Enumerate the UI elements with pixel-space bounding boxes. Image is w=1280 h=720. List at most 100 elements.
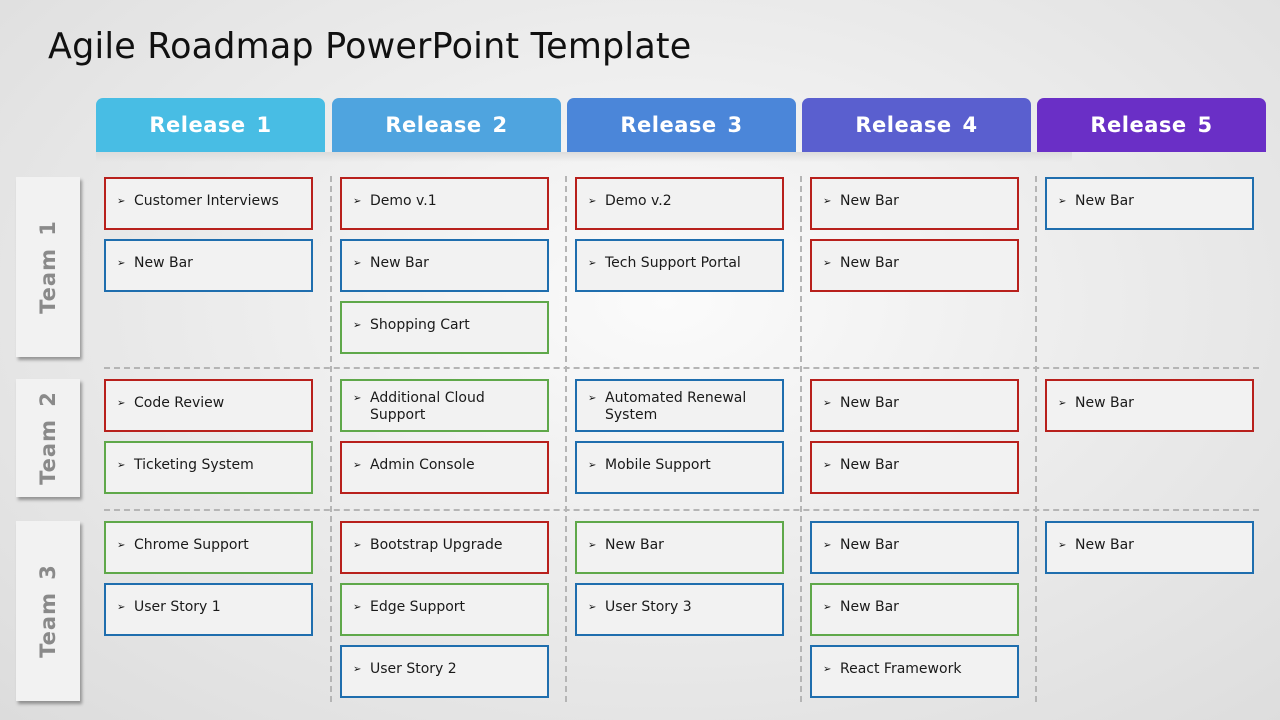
header-shadow xyxy=(96,152,1072,162)
roadmap-item[interactable]: ➢ Customer Interviews xyxy=(104,177,313,230)
arrow-bullet-icon: ➢ xyxy=(823,460,832,471)
team-label-3: Team 3 xyxy=(16,521,80,701)
arrow-bullet-icon: ➢ xyxy=(588,460,597,471)
roadmap-item[interactable]: ➢ New Bar xyxy=(810,521,1019,574)
roadmap-item-label: New Bar xyxy=(840,457,899,473)
roadmap-item[interactable]: ➢ New Bar xyxy=(1045,379,1254,432)
arrow-bullet-icon: ➢ xyxy=(117,540,126,551)
roadmap-item[interactable]: ➢ User Story 1 xyxy=(104,583,313,636)
roadmap-item[interactable]: ➢ Admin Console xyxy=(340,441,549,494)
roadmap-item[interactable]: ➢ New Bar xyxy=(1045,521,1254,574)
roadmap-item-label: Automated Renewal System xyxy=(605,390,747,423)
arrow-bullet-icon: ➢ xyxy=(1058,196,1067,207)
roadmap-item-label: Demo v.2 xyxy=(605,193,672,209)
arrow-bullet-icon: ➢ xyxy=(353,393,362,404)
team-label-text: Team 2 xyxy=(36,391,61,485)
team-label-2: Team 2 xyxy=(16,379,80,497)
arrow-bullet-icon: ➢ xyxy=(823,196,832,207)
roadmap-item[interactable]: ➢ Automated Renewal System xyxy=(575,379,784,432)
release-header-4: Release 4 xyxy=(802,98,1031,152)
column-divider xyxy=(565,176,567,702)
arrow-bullet-icon: ➢ xyxy=(353,258,362,269)
arrow-bullet-icon: ➢ xyxy=(823,602,832,613)
roadmap-item-label: New Bar xyxy=(1075,395,1134,411)
arrow-bullet-icon: ➢ xyxy=(588,540,597,551)
roadmap-item[interactable]: ➢ User Story 3 xyxy=(575,583,784,636)
roadmap-item-label: Admin Console xyxy=(370,457,475,473)
roadmap-item[interactable]: ➢ Ticketing System xyxy=(104,441,313,494)
arrow-bullet-icon: ➢ xyxy=(823,258,832,269)
roadmap-item-label: Mobile Support xyxy=(605,457,711,473)
release-header-row: Release 1 Release 2 Release 3 Release 4 Rele… xyxy=(96,98,1268,152)
roadmap-item-label: Ticketing System xyxy=(134,457,254,473)
arrow-bullet-icon: ➢ xyxy=(823,664,832,675)
release-header-2: Release 2 xyxy=(332,98,561,152)
roadmap-item-label: New Bar xyxy=(840,599,899,615)
roadmap-item[interactable]: ➢ New Bar xyxy=(810,441,1019,494)
roadmap-item[interactable]: ➢ New Bar xyxy=(104,239,313,292)
arrow-bullet-icon: ➢ xyxy=(823,540,832,551)
roadmap-item[interactable]: ➢ Chrome Support xyxy=(104,521,313,574)
arrow-bullet-icon: ➢ xyxy=(117,398,126,409)
column-divider xyxy=(1035,176,1037,702)
arrow-bullet-icon: ➢ xyxy=(353,540,362,551)
row-divider xyxy=(104,367,1259,369)
roadmap-item-label: React Framework xyxy=(840,661,962,677)
roadmap-item[interactable]: ➢ New Bar xyxy=(810,379,1019,432)
arrow-bullet-icon: ➢ xyxy=(588,196,597,207)
roadmap-item-label: Shopping Cart xyxy=(370,317,470,333)
roadmap-item[interactable]: ➢ New Bar xyxy=(810,177,1019,230)
column-divider xyxy=(800,176,802,702)
roadmap-item-label: New Bar xyxy=(1075,193,1134,209)
roadmap-item[interactable]: ➢ Demo v.2 xyxy=(575,177,784,230)
roadmap-item[interactable]: ➢ New Bar xyxy=(575,521,784,574)
row-divider xyxy=(104,509,1259,511)
column-divider xyxy=(330,176,332,702)
arrow-bullet-icon: ➢ xyxy=(588,602,597,613)
roadmap-item-label: New Bar xyxy=(1075,537,1134,553)
roadmap-item[interactable]: ➢ Tech Support Portal xyxy=(575,239,784,292)
roadmap-item-label: New Bar xyxy=(134,255,193,271)
release-header-1: Release 1 xyxy=(96,98,325,152)
roadmap-item[interactable]: ➢ User Story 2 xyxy=(340,645,549,698)
roadmap-item[interactable]: ➢ Bootstrap Upgrade xyxy=(340,521,549,574)
roadmap-item[interactable]: ➢ New Bar xyxy=(810,239,1019,292)
page-title: Agile Roadmap PowerPoint Template xyxy=(48,26,692,67)
roadmap-item-label: New Bar xyxy=(840,193,899,209)
roadmap-item-label: Customer Interviews xyxy=(134,193,279,209)
roadmap-item-label: Demo v.1 xyxy=(370,193,437,209)
roadmap-item-label: Tech Support Portal xyxy=(605,255,741,271)
roadmap-item[interactable]: ➢ Additional Cloud Support xyxy=(340,379,549,432)
arrow-bullet-icon: ➢ xyxy=(353,196,362,207)
roadmap-item-label: Edge Support xyxy=(370,599,466,615)
roadmap-item-label: Additional Cloud Support xyxy=(370,390,485,423)
roadmap-item[interactable]: ➢ Shopping Cart xyxy=(340,301,549,354)
team-label-text: Team 3 xyxy=(36,564,61,658)
roadmap-item[interactable]: ➢ New Bar xyxy=(340,239,549,292)
arrow-bullet-icon: ➢ xyxy=(353,320,362,331)
roadmap-item[interactable]: ➢ Demo v.1 xyxy=(340,177,549,230)
roadmap-item[interactable]: ➢ New Bar xyxy=(1045,177,1254,230)
roadmap-item[interactable]: ➢ Mobile Support xyxy=(575,441,784,494)
roadmap-item-label: User Story 2 xyxy=(370,661,457,677)
roadmap-item[interactable]: ➢ Code Review xyxy=(104,379,313,432)
arrow-bullet-icon: ➢ xyxy=(353,602,362,613)
arrow-bullet-icon: ➢ xyxy=(353,664,362,675)
roadmap-item[interactable]: ➢ Edge Support xyxy=(340,583,549,636)
arrow-bullet-icon: ➢ xyxy=(117,196,126,207)
arrow-bullet-icon: ➢ xyxy=(117,602,126,613)
roadmap-item[interactable]: ➢ React Framework xyxy=(810,645,1019,698)
roadmap-item-label: User Story 3 xyxy=(605,599,692,615)
roadmap-item-label: New Bar xyxy=(840,395,899,411)
roadmap-item-label: New Bar xyxy=(840,537,899,553)
arrow-bullet-icon: ➢ xyxy=(353,460,362,471)
arrow-bullet-icon: ➢ xyxy=(588,258,597,269)
roadmap-item-label: New Bar xyxy=(605,537,664,553)
release-header-5: Release 5 xyxy=(1037,98,1266,152)
arrow-bullet-icon: ➢ xyxy=(588,393,597,404)
arrow-bullet-icon: ➢ xyxy=(117,258,126,269)
arrow-bullet-icon: ➢ xyxy=(1058,540,1067,551)
roadmap-item[interactable]: ➢ New Bar xyxy=(810,583,1019,636)
roadmap-item-label: Chrome Support xyxy=(134,537,249,553)
arrow-bullet-icon: ➢ xyxy=(823,398,832,409)
